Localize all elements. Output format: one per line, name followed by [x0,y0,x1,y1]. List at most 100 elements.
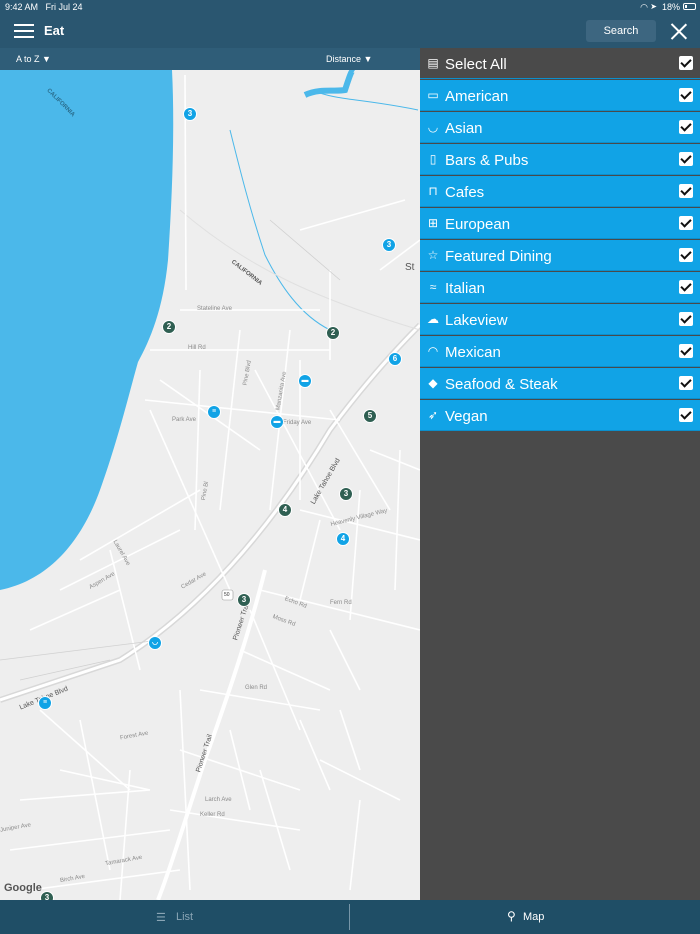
map-cluster-pin[interactable]: 2 [162,320,176,334]
map-canvas [0,70,420,900]
filter-cafes[interactable]: ⊓ Cafes [420,176,700,207]
tab-label: Map [523,911,545,923]
river [303,70,357,98]
bottom-tab-bar: ☰ List ⚲ Map [0,900,700,934]
filter-featured-dining[interactable]: ☆ Featured Dining [420,240,700,271]
map-cluster-pin[interactable]: 3 [339,487,353,501]
filter-american[interactable]: ▭ American [420,80,700,111]
filter-italian[interactable]: ≈ Italian [420,272,700,303]
street-label: Fern Rd [330,600,352,606]
map-cluster-pin[interactable]: 4 [278,503,292,517]
filter-vegan[interactable]: ➶ Vegan [420,400,700,431]
map-cluster-pin[interactable]: 3 [237,593,251,607]
restaurant-pin-icon[interactable]: ◡ [148,636,162,650]
american-checkbox[interactable] [679,88,693,102]
filter-label: Seafood & Steak [445,376,558,393]
restaurant-pin-icon[interactable]: ▬ [270,415,284,429]
street-label: Glen Rd [245,685,268,691]
lakeview-checkbox[interactable] [679,312,693,326]
restaurant-pin-icon[interactable]: ≡ [38,696,52,710]
tab-label: List [176,911,194,923]
filter-european[interactable]: ⊞ European [420,208,700,239]
lake-tahoe-water [0,70,174,590]
filter-seafood-steak[interactable]: ◆ Seafood & Steak [420,368,700,399]
region-label-stateline: St [405,262,415,273]
filter-label: American [445,88,509,105]
filter-asian[interactable]: ◡ Asian [420,112,700,143]
fish-icon: ◆ [428,376,438,390]
filter-label: Featured Dining [445,248,552,265]
tab-map[interactable]: ⚲ Map [350,900,700,934]
taco-icon: ◠ [427,344,439,358]
featured-dining-checkbox[interactable] [679,248,693,262]
battery-icon [683,3,696,10]
filter-label: Mexican [445,344,501,361]
sort-a-to-z-dropdown[interactable]: A to Z ▼ [16,54,51,64]
cafe-icon: ⊓ [428,184,438,198]
map-view[interactable]: CALIFORNIA CALIFORNIA St Stateline Ave L… [0,70,420,900]
category-filter-panel: ▤ Select All ▭ American ◡ Asian ▯ Bars &… [420,48,700,900]
highway-shield-label: 50 [224,592,230,598]
filter-select-all[interactable]: ▤ Select All [420,48,700,79]
star-icon: ☆ [427,248,439,262]
close-icon[interactable] [670,23,687,40]
map-pin-icon: ⚲ [507,909,516,923]
status-bar: 9:42 AM Fri Jul 24 ◠ ➤ 18% [0,0,700,14]
restaurant-pin-icon[interactable]: ▬ [298,374,312,388]
restaurant-pin-icon[interactable]: ≡ [207,405,221,419]
tab-list[interactable]: ☰ List [0,900,350,934]
seafood-steak-checkbox[interactable] [679,376,693,390]
burger-icon: ▭ [427,88,439,102]
european-icon: ⊞ [427,216,439,230]
vegan-checkbox[interactable] [679,408,693,422]
battery-percent: 18% [661,2,680,12]
street-label: Park Ave [172,417,196,423]
street-label: Stateline Ave [197,306,232,312]
map-cluster-pin[interactable]: 5 [363,409,377,423]
search-button[interactable]: Search [586,20,656,42]
bowl-icon: ◡ [427,120,439,134]
cafes-checkbox[interactable] [679,184,693,198]
carrot-icon: ➶ [427,408,439,422]
select-all-checkbox[interactable] [679,56,693,70]
map-cluster-pin[interactable]: 3 [183,107,197,121]
filter-label: Vegan [445,408,488,425]
european-checkbox[interactable] [679,216,693,230]
road-boundary [179,209,420,331]
list-icon: ☰ [156,912,166,924]
street-label: Larch Ave [205,797,232,803]
filter-label: Cafes [445,184,485,201]
map-cluster-pin[interactable]: 6 [388,352,402,366]
map-cluster-pin[interactable]: 4 [336,532,350,546]
filter-label: Lakeview [445,312,508,329]
filter-label: Select All [445,56,507,73]
mexican-checkbox[interactable] [679,344,693,358]
filter-label: Italian [445,280,486,297]
filter-lakeview[interactable]: ☁ Lakeview [420,304,700,335]
street-label: Hill Rd [188,345,206,351]
map-cluster-pin[interactable]: 2 [326,326,340,340]
checklist-icon: ▤ [427,56,439,70]
italian-checkbox[interactable] [679,280,693,294]
filter-mexican[interactable]: ◠ Mexican [420,336,700,367]
bars-pubs-checkbox[interactable] [679,152,693,166]
google-attribution: Google [4,882,42,894]
location-icon: ➤ [650,2,657,11]
wifi-icon: ◠ [640,2,648,12]
status-time-date: 9:42 AM Fri Jul 24 [5,2,83,12]
map-cluster-pin[interactable]: 3 [382,238,396,252]
app-header: Eat Search [0,14,700,48]
sort-bar: A to Z ▼ Distance ▼ [0,48,420,70]
street-label: Keller Rd [200,812,225,818]
filter-bars-pubs[interactable]: ▯ Bars & Pubs [420,144,700,175]
sort-distance-dropdown[interactable]: Distance ▼ [326,54,372,64]
filter-label: Bars & Pubs [445,152,529,169]
filter-label: Asian [445,120,483,137]
filter-label: European [445,216,511,233]
asian-checkbox[interactable] [679,120,693,134]
creek [319,92,419,111]
hamburger-menu-icon[interactable] [14,24,34,39]
beer-icon: ▯ [429,152,437,166]
pasta-icon: ≈ [429,280,437,294]
map-cluster-pin[interactable]: 3 [40,891,54,900]
